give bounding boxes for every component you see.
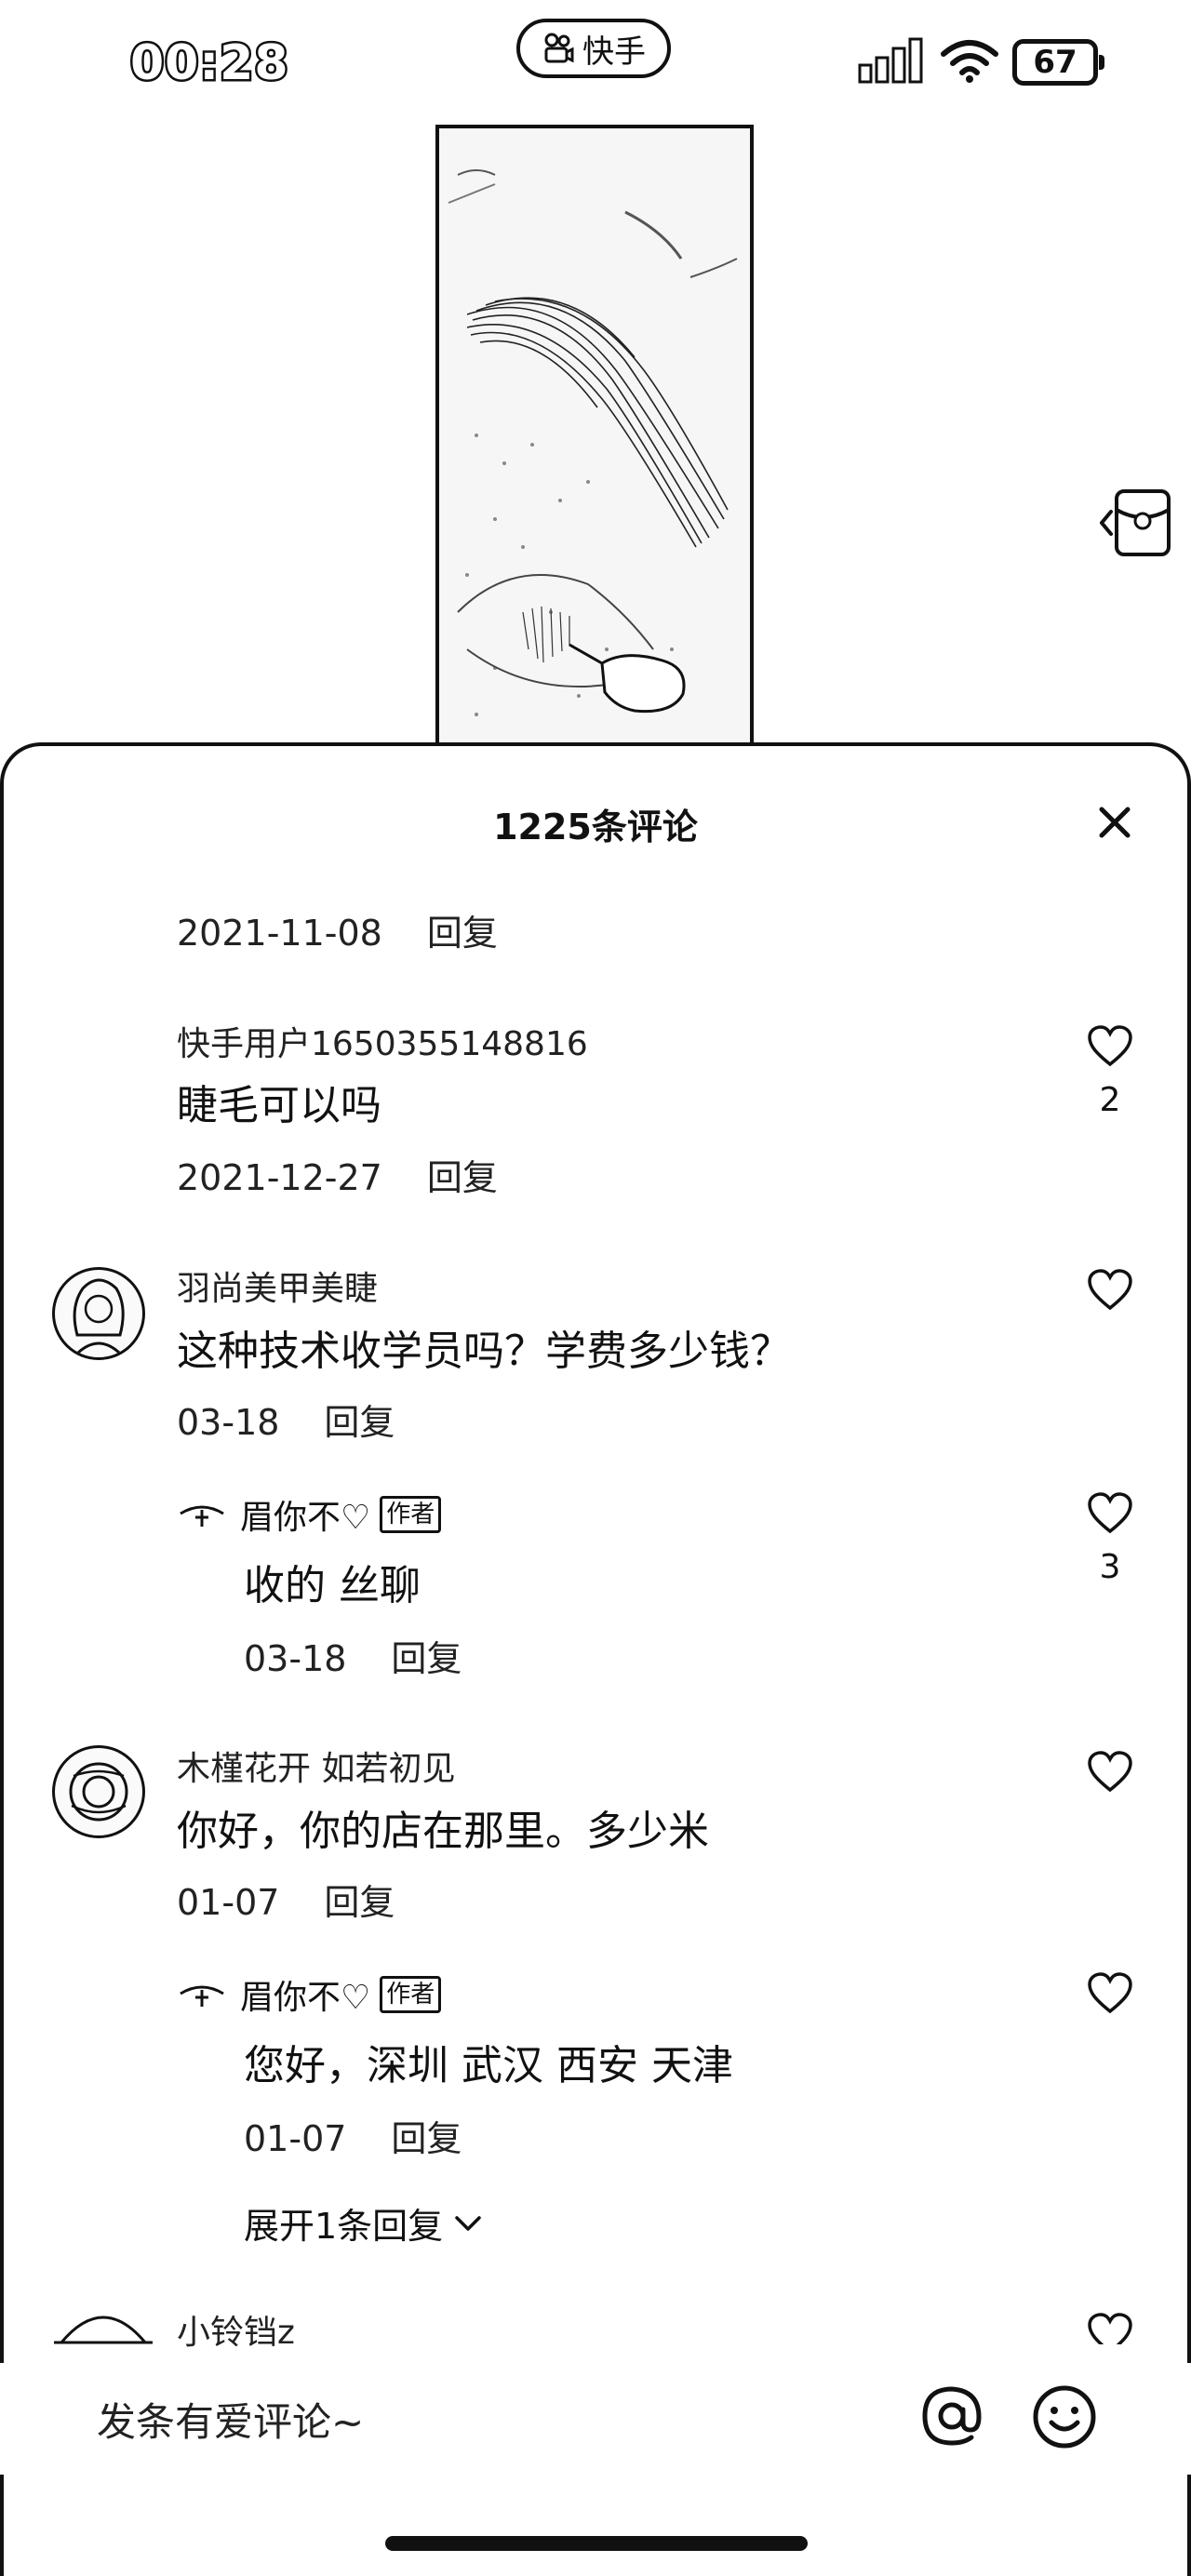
reply-date: 01-07 [244, 2118, 347, 2159]
avatar-flower-icon [69, 1762, 128, 1822]
like-button[interactable] [1087, 2313, 1133, 2344]
like-button[interactable] [1087, 1972, 1133, 2015]
close-icon [1099, 807, 1131, 838]
reply-username: 眉你不♡ [240, 1499, 371, 1537]
reply-meta: 03-18 回复 [244, 1630, 462, 1681]
heart-icon [1088, 1972, 1132, 2014]
eyebrow-image [448, 169, 738, 716]
reply-username: 眉你不♡ [240, 1979, 371, 2017]
like-count: 2 [1099, 1081, 1121, 1119]
comment-username[interactable]: 羽尚美甲美睫 [177, 1261, 378, 1310]
like-button[interactable]: 3 [1087, 1492, 1133, 1586]
battery-level: 67 [1033, 44, 1077, 81]
reply-button[interactable]: 回复 [324, 1402, 395, 1443]
heart-icon [1088, 1269, 1132, 1311]
reply-button[interactable]: 回复 [427, 1157, 498, 1198]
comments-count-title: 1225条评论 [493, 807, 698, 848]
side-red-packet-widget[interactable] [1099, 487, 1174, 558]
comment-text: 睫毛可以吗 [177, 1082, 381, 1129]
author-badge: 作者 [380, 1496, 442, 1533]
heart-icon [1088, 1492, 1132, 1534]
comment-meta: 2021-12-27 回复 [177, 1149, 498, 1200]
comment-username[interactable]: 快手用户1650355148816 [177, 1017, 588, 1065]
chevron-down-icon [455, 2215, 481, 2231]
expand-replies-label: 展开1条回复 [244, 2206, 444, 2247]
comment-date: 2021-11-08 [177, 913, 382, 954]
red-packet-icon [1099, 489, 1171, 556]
comment-username[interactable]: 小铃铛z [177, 2305, 295, 2354]
close-button[interactable] [1096, 804, 1133, 841]
like-button[interactable]: 2 [1087, 1025, 1133, 1119]
comment-meta: 01-07 回复 [177, 1874, 395, 1925]
author-badge: 作者 [380, 1976, 442, 2013]
expand-replies-button[interactable]: 展开1条回复 [244, 2197, 482, 2249]
avatar[interactable] [52, 1267, 145, 1360]
comment-date: 2021-12-27 [177, 1157, 382, 1198]
reply-text: 您好，深圳 武汉 西安 天津 [244, 2042, 733, 2089]
reply-text: 收的 丝聊 [244, 1562, 421, 1609]
avatar[interactable] [52, 2302, 154, 2344]
app-name: 快手 [582, 33, 646, 71]
avatar-hat-icon [54, 2316, 153, 2344]
avatar[interactable] [52, 1745, 145, 1838]
reply-button[interactable]: 回复 [427, 913, 498, 954]
status-time: 00:28 [128, 33, 291, 94]
comment-date: 03-18 [177, 1402, 280, 1443]
status-bar: 00:28 快手 67 [0, 0, 1191, 130]
reply-author[interactable]: 眉你不♡ 作者 [177, 1970, 442, 2019]
reply-date: 03-18 [244, 1638, 347, 1679]
comment-text: 你好，你的店在那里。多少米 [177, 1808, 709, 1855]
emoji-button[interactable] [1031, 2383, 1098, 2450]
kuaishou-logo-icon [542, 32, 575, 65]
comment-input[interactable]: 发条有爱评论~ [97, 2391, 364, 2448]
home-indicator[interactable] [385, 2536, 808, 2551]
like-button[interactable] [1087, 1751, 1133, 1794]
comment-input-bar: 发条有爱评论~ [0, 2363, 1191, 2475]
heart-icon [1088, 1025, 1132, 1067]
like-count: 3 [1099, 1548, 1121, 1586]
reply-button[interactable]: 回复 [324, 1882, 395, 1923]
comment-meta: 03-18 回复 [177, 1394, 395, 1445]
avatar-portrait-icon [72, 1278, 126, 1357]
app-indicator-pill[interactable]: 快手 [516, 19, 671, 78]
at-sign-icon [922, 2386, 982, 2446]
video-preview[interactable] [435, 125, 754, 746]
battery-indicator: 67 [1012, 39, 1104, 86]
reply-button[interactable]: 回复 [391, 2118, 462, 2159]
reply-button[interactable]: 回复 [391, 1638, 462, 1679]
reply-meta: 01-07 回复 [244, 2110, 462, 2161]
like-button[interactable] [1087, 1269, 1133, 1312]
status-icons: 67 [858, 37, 1104, 87]
reply-author[interactable]: 眉你不♡ 作者 [177, 1490, 442, 1539]
comment-meta: 2021-11-08 回复 [177, 904, 498, 955]
comment-username[interactable]: 木槿花开 如若初见 [177, 1742, 455, 1790]
smiley-icon [1033, 2385, 1096, 2449]
comment-text: 这种技术收学员吗？学费多少钱？ [177, 1328, 791, 1375]
author-avatar-icon [180, 1505, 224, 1527]
heart-icon [1088, 2313, 1132, 2344]
heart-icon [1088, 1751, 1132, 1793]
comment-date: 01-07 [177, 1882, 280, 1923]
wifi-icon [940, 37, 999, 87]
cellular-signal-icon [858, 37, 927, 87]
mention-button[interactable] [919, 2383, 984, 2449]
author-avatar-icon [180, 1985, 224, 2007]
